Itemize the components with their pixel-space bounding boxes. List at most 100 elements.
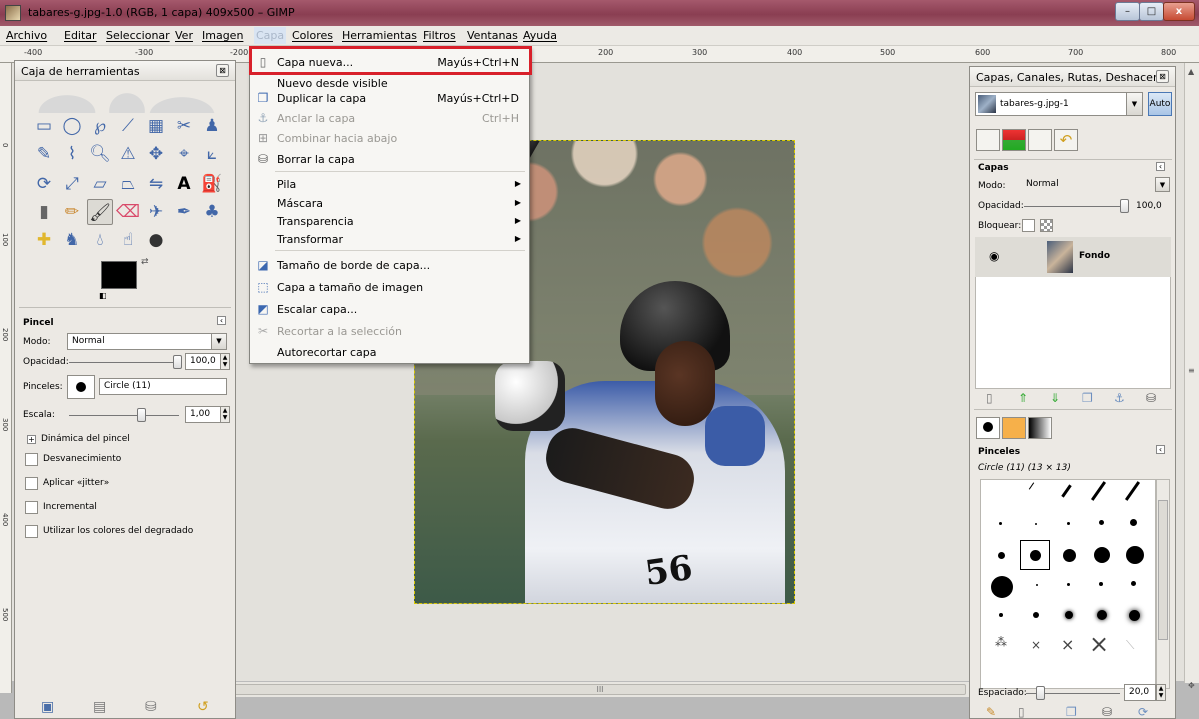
rotate-icon[interactable]: ⟳ <box>31 171 57 197</box>
layer-opacity-slider-handle[interactable] <box>1120 199 1129 213</box>
menu-ayuda[interactable]: Ayuda <box>523 29 557 42</box>
brush-swatch[interactable] <box>1067 583 1070 586</box>
reset-options-icon[interactable]: ↺ <box>197 699 209 715</box>
brush-swatch[interactable] <box>1090 481 1107 501</box>
airbrush-icon[interactable]: ✈ <box>143 199 169 225</box>
anchor-layer-icon[interactable]: ⚓ <box>1114 391 1125 405</box>
move-icon[interactable]: ✥ <box>143 141 169 167</box>
menu-item-transform[interactable]: Transformar ▶ <box>250 229 529 249</box>
refresh-brushes-icon[interactable]: ⟳ <box>1138 705 1148 719</box>
tab-layers[interactable] <box>976 129 1000 151</box>
minimize-button[interactable]: – <box>1115 2 1140 21</box>
clone-icon[interactable]: ♣ <box>199 199 225 225</box>
vertical-ruler[interactable]: 0 100 200 300 400 500 <box>0 63 12 693</box>
brush-swatch[interactable] <box>1065 611 1073 619</box>
menu-item-delete-layer[interactable]: ⛁ Borrar la capa <box>250 149 529 169</box>
save-options-icon[interactable]: ▣ <box>41 699 54 715</box>
duplicate-layer-icon[interactable]: ❐ <box>1082 391 1093 405</box>
image-select[interactable]: tabares-g.jpg-1 ▼ <box>975 92 1143 116</box>
brush-swatch[interactable] <box>999 613 1003 617</box>
layers-menu-icon[interactable]: ‹ <box>1156 162 1165 171</box>
brush-swatch[interactable] <box>1130 519 1137 526</box>
shear-icon[interactable]: ▱ <box>87 171 113 197</box>
heal-icon[interactable]: ✚ <box>31 227 57 253</box>
brush-swatch[interactable]: × <box>1089 630 1109 658</box>
layer-row[interactable]: ◉ Fondo <box>975 237 1171 277</box>
duplicate-brush-icon[interactable]: ❐ <box>1066 705 1077 719</box>
measure-icon[interactable]: ⚠ <box>115 141 141 167</box>
menu-capa[interactable]: Capa <box>254 27 287 44</box>
new-layer-icon[interactable]: ▯ <box>986 391 993 405</box>
delete-layer-icon[interactable]: ⛁ <box>1146 391 1156 405</box>
menu-item-mask[interactable]: Máscara ▶ <box>250 193 529 213</box>
brush-swatch[interactable] <box>991 576 1013 598</box>
brushes-scrollbar[interactable] <box>1156 479 1170 689</box>
scrollbar-thumb[interactable]: III <box>234 684 966 695</box>
menu-item-crop-to-selection[interactable]: ✂ Recortar a la selección <box>250 321 529 341</box>
brush-swatch[interactable]: ⁂ <box>995 635 1007 649</box>
menu-seleccionar[interactable]: Seleccionar <box>106 29 170 42</box>
rect-select-icon[interactable]: ▭ <box>31 113 57 139</box>
brush-swatch[interactable] <box>1097 610 1107 620</box>
free-select-icon[interactable]: ℘ <box>87 113 113 139</box>
opacity-slider-handle[interactable] <box>173 355 182 369</box>
close-icon[interactable]: ⊠ <box>1156 70 1169 83</box>
flip-icon[interactable]: ⇋ <box>143 171 169 197</box>
mode-select[interactable]: Normal ▼ <box>67 333 227 350</box>
opacity-spin-icon[interactable]: ▲ ▼ <box>220 353 230 370</box>
menu-item-anchor-layer[interactable]: ⚓ Anclar la capa Ctrl+H <box>250 108 529 128</box>
scale-slider-handle[interactable] <box>137 408 146 422</box>
menu-item-stack[interactable]: Pila ▶ <box>250 174 529 194</box>
crop-icon[interactable]: ⟀ <box>199 141 225 167</box>
brush-swatch[interactable] <box>1126 546 1144 564</box>
scale-input[interactable]: 1,00 <box>185 406 221 423</box>
text-tool-icon[interactable]: A <box>171 171 197 197</box>
brush-swatch[interactable] <box>1067 522 1070 525</box>
opacity-slider[interactable] <box>69 362 179 363</box>
layer-opacity-slider[interactable] <box>1024 206 1124 207</box>
menu-colores[interactable]: Colores <box>292 29 333 42</box>
zoom-icon[interactable]: 🔍︎ <box>87 141 113 167</box>
brush-grid[interactable]: ⁂ × × × ⟍ <box>980 479 1156 689</box>
brush-swatch[interactable] <box>998 552 1005 559</box>
tab-gradients[interactable] <box>1028 417 1052 439</box>
dynamics-label[interactable]: Dinámica del pincel <box>41 434 130 444</box>
edit-brush-icon[interactable]: ✎ <box>986 705 996 719</box>
brush-swatch[interactable]: × <box>1061 635 1074 654</box>
menu-ver[interactable]: Ver <box>175 29 193 42</box>
tab-channels[interactable] <box>1002 129 1026 151</box>
lower-layer-icon[interactable]: ⇓ <box>1050 391 1060 405</box>
brush-swatch[interactable] <box>1131 581 1136 586</box>
tab-paths[interactable] <box>1028 129 1052 151</box>
restore-options-icon[interactable]: ▤ <box>93 699 106 715</box>
brush-swatch[interactable] <box>1036 584 1038 586</box>
options-menu-icon[interactable]: ‹ <box>217 316 226 325</box>
brushes-menu-icon[interactable]: ‹ <box>1156 445 1165 454</box>
delete-options-icon[interactable]: ⛁ <box>145 699 157 715</box>
brush-swatch[interactable]: ⟍ <box>1126 638 1134 653</box>
menu-item-layer-boundary-size[interactable]: ◪ Tamaño de borde de capa... <box>250 255 529 275</box>
menu-item-scale-layer[interactable]: ◩ Escalar capa... <box>250 299 529 319</box>
brush-swatch[interactable] <box>1099 520 1104 525</box>
horizontal-scrollbar[interactable]: III <box>230 681 970 697</box>
lock-pixels-checkbox[interactable] <box>1022 219 1035 232</box>
menu-item-autocrop-layer[interactable]: Autorecortar capa <box>250 342 529 362</box>
brush-swatch[interactable] <box>1033 612 1039 618</box>
close-button[interactable]: x <box>1163 2 1195 21</box>
paintbrush-icon[interactable]: 🖌︎ <box>87 199 113 225</box>
brush-swatch[interactable] <box>1028 482 1035 490</box>
fuzzy-select-icon[interactable]: ⟋ <box>115 113 141 139</box>
bucket-fill-icon[interactable]: ⛽ <box>199 171 225 197</box>
ink-icon[interactable]: ✒ <box>171 199 197 225</box>
layer-opacity-value[interactable]: 100,0 <box>1136 201 1162 211</box>
color-selector[interactable]: ⇄ ◧ <box>99 257 157 305</box>
blur-icon[interactable]: 💧︎ <box>87 227 113 253</box>
vertical-scrollbar[interactable]: ▲ ≡ ✥ <box>1184 63 1199 690</box>
layer-mode-select[interactable]: Normal ▼ <box>1022 177 1170 194</box>
navigate-icon[interactable]: ✥ <box>1188 681 1195 690</box>
ellipse-select-icon[interactable]: ◯ <box>59 113 85 139</box>
brush-swatch[interactable] <box>1063 549 1076 562</box>
brush-swatch[interactable] <box>1124 481 1141 501</box>
brush-swatch[interactable] <box>1099 582 1103 586</box>
scroll-up-icon[interactable]: ▲ <box>1188 67 1194 76</box>
